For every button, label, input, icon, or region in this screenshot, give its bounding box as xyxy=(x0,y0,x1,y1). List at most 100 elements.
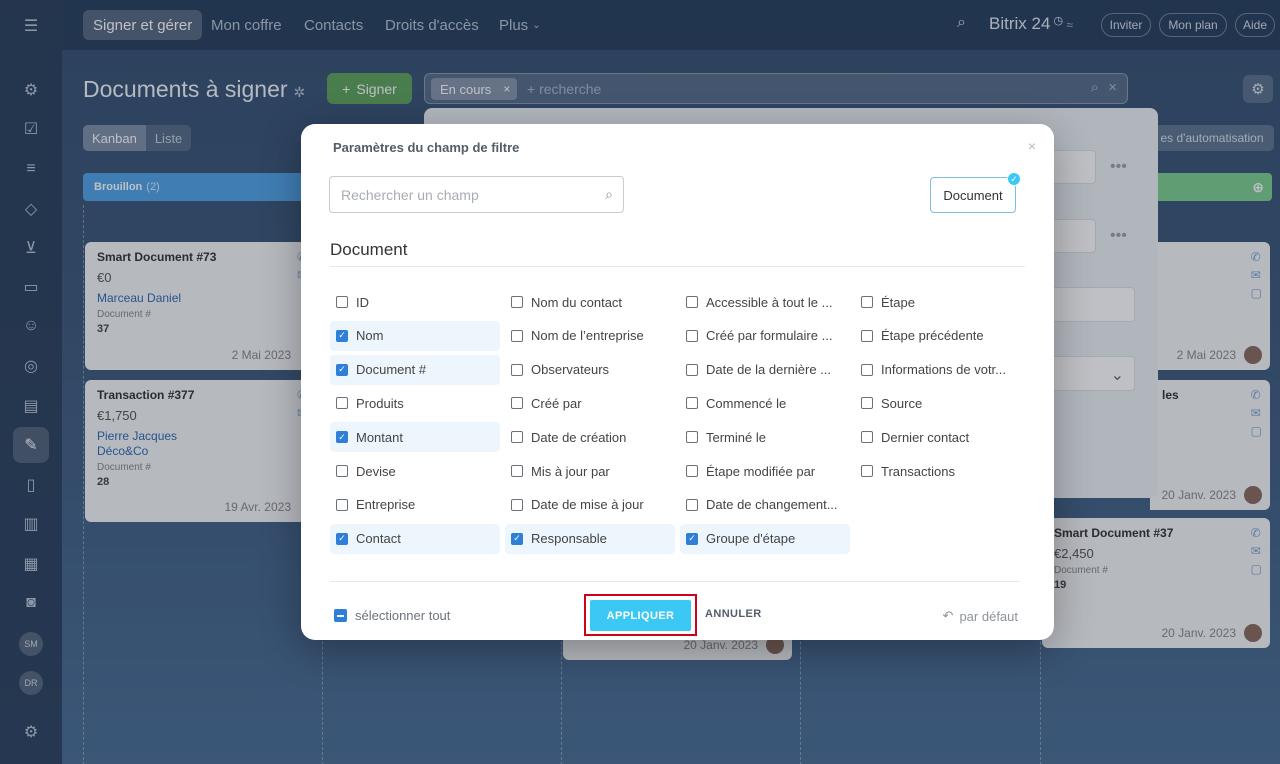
checkbox-icon[interactable] xyxy=(861,397,873,410)
field-option-label: Commencé le xyxy=(706,395,787,411)
reset-default-label: par défaut xyxy=(959,608,1018,624)
filter-field-option[interactable]: ✓ Groupe d'étape xyxy=(680,523,850,554)
checkbox-icon[interactable] xyxy=(336,465,348,477)
field-option-label: Date de la dernière ... xyxy=(706,362,832,378)
field-option-label: Créé par xyxy=(531,395,582,411)
field-option-label: Étape précédente xyxy=(881,328,984,344)
filter-field-option[interactable]: Dernier contact xyxy=(855,422,1025,452)
checkbox-icon[interactable] xyxy=(511,465,523,477)
field-option-label: Source xyxy=(881,395,923,411)
filter-field-option[interactable]: ID xyxy=(330,287,500,317)
field-option-label: Informations de votr... xyxy=(881,362,1007,378)
filter-field-option[interactable]: Date de mise à jour xyxy=(505,490,675,520)
field-option-label: Nom xyxy=(356,328,384,344)
filter-field-option[interactable]: Observateurs xyxy=(505,355,675,385)
field-option-label: Observateurs xyxy=(531,362,610,378)
search-icon: ⌕ xyxy=(605,186,613,202)
filter-field-option[interactable]: ✓ Nom xyxy=(330,320,500,351)
filter-field-option[interactable]: Transactions xyxy=(855,456,1025,486)
field-option-label: Groupe d'étape xyxy=(706,531,796,547)
field-option-label: Nom du contact xyxy=(531,294,623,310)
checkbox-icon[interactable] xyxy=(686,431,698,444)
field-search-input[interactable]: Rechercher un champ ⌕ xyxy=(329,176,624,213)
minus-checkbox-icon[interactable] xyxy=(334,609,347,622)
field-option-label: Terminé le xyxy=(706,429,766,445)
checkbox-icon[interactable] xyxy=(861,329,873,342)
field-option-label: Document # xyxy=(356,362,427,378)
checkbox-icon[interactable] xyxy=(861,363,873,376)
checkbox-icon[interactable] xyxy=(686,363,698,376)
checkbox-icon[interactable] xyxy=(686,498,698,511)
checkbox-icon[interactable] xyxy=(686,329,698,342)
cancel-button[interactable]: ANNULER xyxy=(705,608,762,620)
filter-field-option[interactable]: Date de création xyxy=(505,422,675,452)
filter-field-option[interactable]: Commencé le xyxy=(680,388,850,418)
checkbox-icon[interactable] xyxy=(511,431,523,444)
checkbox-icon[interactable] xyxy=(511,329,523,342)
checkbox-icon[interactable] xyxy=(686,465,698,477)
filter-field-option[interactable]: Terminé le xyxy=(680,422,850,452)
modal-title: Paramètres du champ de filtre xyxy=(333,140,520,155)
field-option-label: Dernier contact xyxy=(881,429,970,445)
close-icon[interactable]: × xyxy=(1028,138,1036,154)
field-option-label: ID xyxy=(356,294,369,310)
document-tag[interactable]: Document ✓ xyxy=(930,172,1021,213)
filter-field-option[interactable]: Nom du contact xyxy=(505,287,675,317)
checkbox-icon[interactable] xyxy=(861,431,873,444)
filter-field-option[interactable]: ✓ Contact xyxy=(330,523,500,554)
checkbox-checked-icon[interactable]: ✓ xyxy=(336,329,348,342)
checkbox-icon[interactable] xyxy=(511,397,523,410)
checkbox-icon[interactable] xyxy=(686,296,698,308)
filter-field-option[interactable]: Créé par xyxy=(505,388,675,418)
checkbox-icon[interactable] xyxy=(336,296,348,308)
checkbox-icon[interactable] xyxy=(336,498,348,511)
section-title: Document xyxy=(330,240,408,259)
filter-field-option[interactable]: Créé par formulaire ... xyxy=(680,321,850,351)
filter-settings-modal: Paramètres du champ de filtre × Recherch… xyxy=(301,124,1054,640)
select-all-toggle[interactable]: sélectionner tout xyxy=(334,608,450,623)
filter-field-option[interactable]: ✓ Responsable xyxy=(505,523,675,554)
field-option-label: Accessible à tout le ... xyxy=(706,294,833,310)
filter-field-option[interactable]: Mis à jour par xyxy=(505,456,675,486)
checkbox-icon[interactable] xyxy=(511,498,523,511)
checkbox-checked-icon[interactable]: ✓ xyxy=(511,532,523,545)
field-option-label: Date de mise à jour xyxy=(531,497,644,513)
checkbox-checked-icon[interactable]: ✓ xyxy=(336,431,348,444)
undo-icon: ↶ xyxy=(942,608,954,623)
filter-field-option[interactable]: Accessible à tout le ... xyxy=(680,287,850,317)
checkbox-icon[interactable] xyxy=(861,465,873,477)
checkbox-icon[interactable] xyxy=(336,397,348,410)
filter-field-option[interactable]: Informations de votr... xyxy=(855,355,1025,385)
filter-field-option[interactable]: Source xyxy=(855,388,1025,418)
checkbox-icon[interactable] xyxy=(861,296,873,308)
filter-field-option[interactable]: Nom de l’entreprise xyxy=(505,321,675,351)
check-icon: ✓ xyxy=(1007,172,1021,186)
filter-field-option[interactable]: Produits xyxy=(330,388,500,418)
filter-field-option[interactable]: ✓ Montant xyxy=(330,422,500,453)
checkbox-checked-icon[interactable]: ✓ xyxy=(336,363,348,376)
checkbox-icon[interactable] xyxy=(686,397,698,410)
checkbox-checked-icon[interactable]: ✓ xyxy=(336,532,348,545)
checkbox-icon[interactable] xyxy=(511,363,523,376)
field-option-label: Responsable xyxy=(531,531,607,547)
filter-field-option[interactable]: Date de la dernière ... xyxy=(680,355,850,385)
field-option-label: Produits xyxy=(356,395,404,411)
filter-field-option[interactable]: Entreprise xyxy=(330,490,500,520)
filter-field-option[interactable]: Date de changement... xyxy=(680,490,850,520)
divider xyxy=(330,581,1020,582)
field-option-label: Montant xyxy=(356,429,403,445)
field-option-label: Nom de l’entreprise xyxy=(531,328,644,344)
filter-field-option[interactable]: Étape modifiée par xyxy=(680,456,850,486)
divider xyxy=(330,266,1025,267)
checkbox-icon[interactable] xyxy=(511,296,523,308)
field-option-label: Devise xyxy=(356,463,396,479)
field-search-placeholder: Rechercher un champ xyxy=(341,186,479,203)
filter-field-option[interactable]: Étape précédente xyxy=(855,321,1025,351)
filter-field-option[interactable]: ✓ Document # xyxy=(330,354,500,385)
filter-field-option[interactable]: Devise xyxy=(330,456,500,486)
checkbox-checked-icon[interactable]: ✓ xyxy=(686,532,698,545)
reset-default-button[interactable]: ↶ par défaut xyxy=(943,608,1018,624)
field-option-label: Transactions xyxy=(881,463,955,479)
apply-button[interactable]: APPLIQUER xyxy=(590,600,691,631)
filter-field-option[interactable]: Étape xyxy=(855,287,1025,317)
